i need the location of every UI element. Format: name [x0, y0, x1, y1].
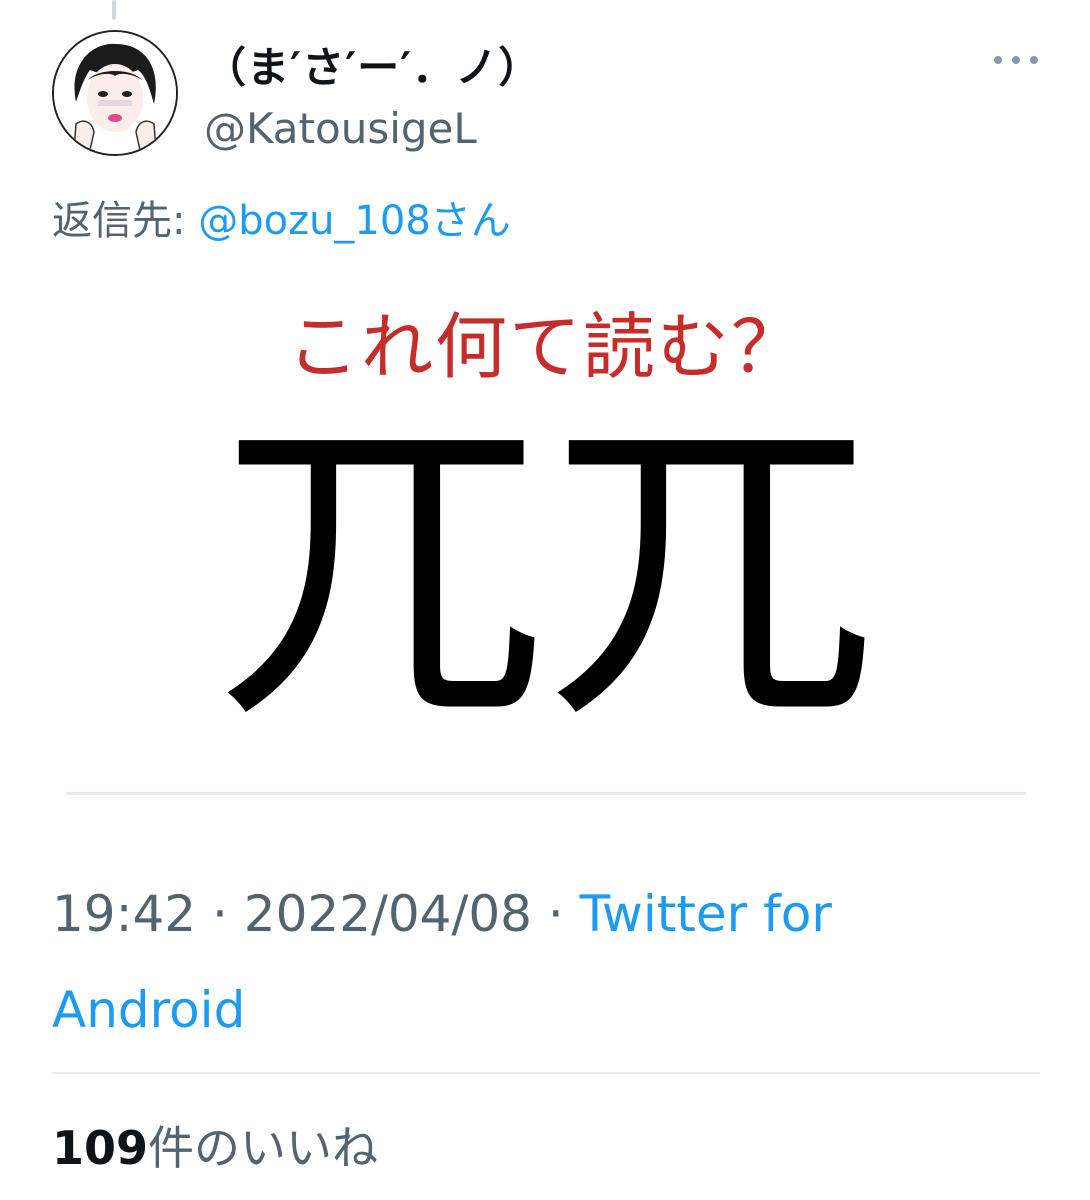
more-options-icon-dot — [1012, 56, 1020, 64]
tweet-metadata: 19:42 · 2022/04/08 · Twitter for Android — [52, 866, 1032, 1058]
divider — [52, 1072, 1040, 1074]
tweet-detail: （ま′さ′ー′．ノ） @KatousigeL 返信先: @bozu_108さん … — [0, 0, 1090, 1200]
meta-separator: · — [531, 885, 580, 943]
tweet-image[interactable]: これ何て読む？ 兀兀 — [66, 270, 1026, 795]
tweet-time[interactable]: 19:42 — [52, 885, 196, 943]
thread-line — [112, 0, 116, 20]
more-options-button[interactable] — [994, 46, 1038, 74]
user-handle[interactable]: @KatousigeL — [204, 104, 477, 153]
reply-to-line: 返信先: @bozu_108さん — [52, 188, 511, 246]
more-options-icon — [994, 56, 1002, 64]
image-border — [66, 792, 1026, 795]
image-kanji-text: 兀兀 — [216, 378, 876, 762]
likes-count: 109 — [52, 1121, 149, 1175]
display-name[interactable]: （ま′さ′ー′．ノ） — [204, 34, 541, 95]
more-options-icon-dot — [1030, 56, 1038, 64]
reply-mention-link[interactable]: @bozu_108さん — [198, 198, 511, 244]
avatar-illustration-icon — [54, 32, 176, 154]
tweet-date[interactable]: 2022/04/08 — [244, 885, 532, 943]
likes-label: 件のいいね — [148, 1121, 379, 1175]
reply-to-label: 返信先: — [52, 198, 199, 244]
avatar[interactable] — [52, 30, 178, 156]
meta-separator: · — [196, 885, 244, 943]
likes-summary[interactable]: 109件のいいね — [52, 1112, 378, 1178]
